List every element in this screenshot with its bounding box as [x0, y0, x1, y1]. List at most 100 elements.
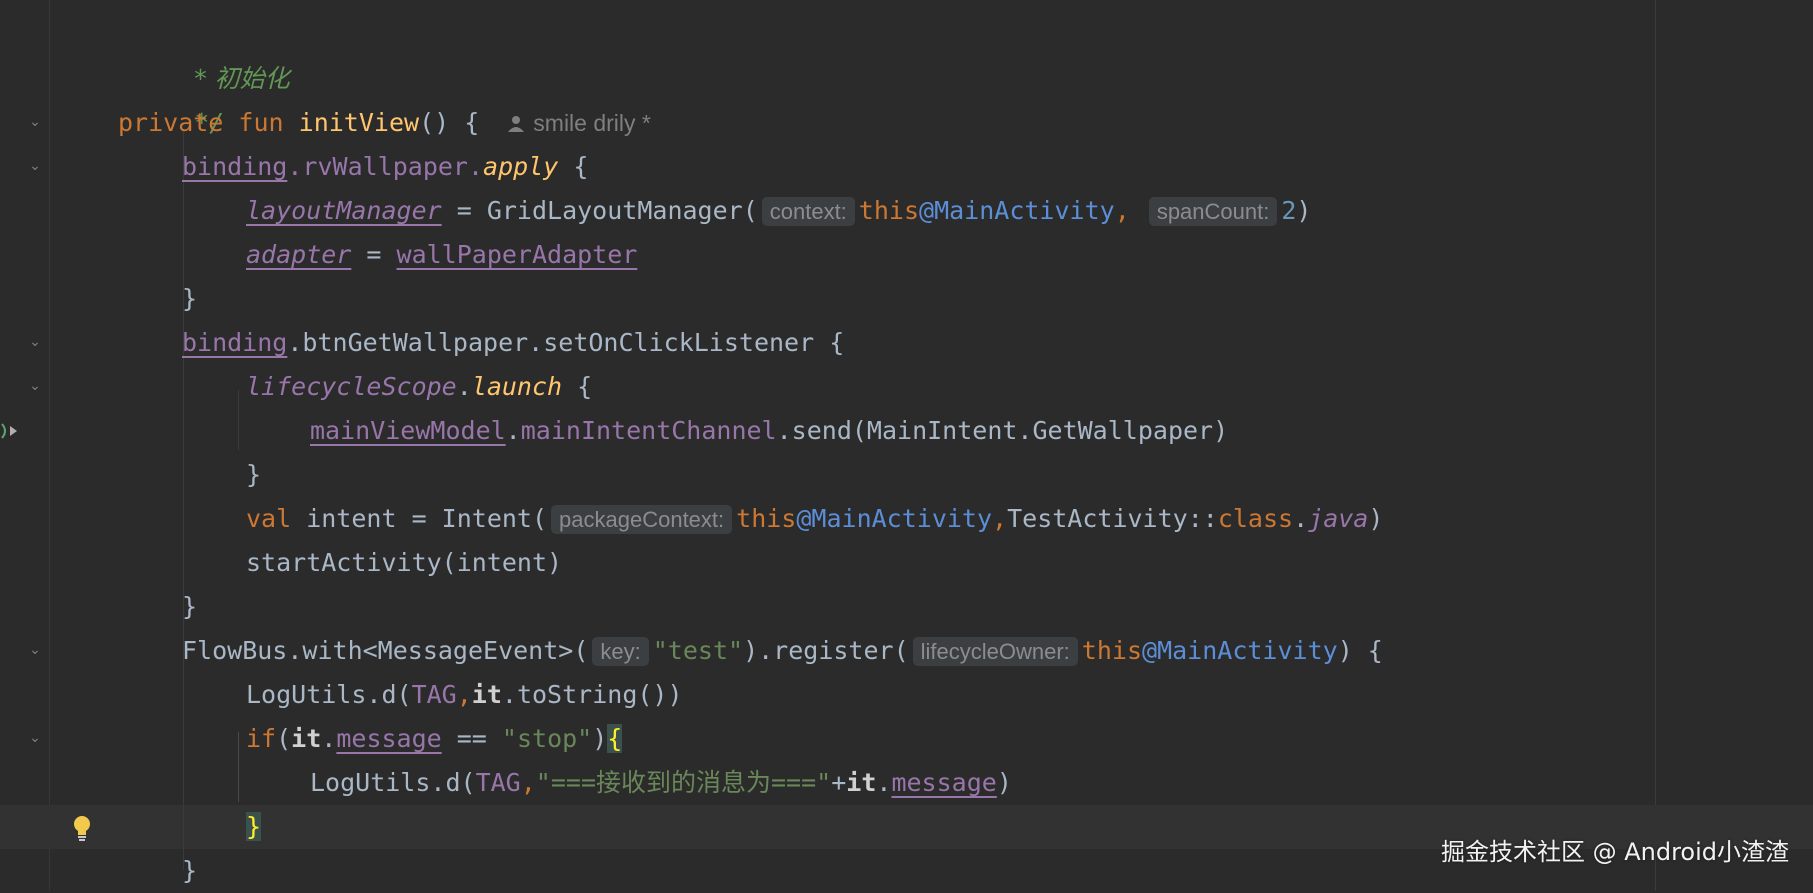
label-main-activity: @MainActivity	[919, 196, 1115, 225]
comma: ,	[1114, 196, 1130, 225]
it-ref: it	[291, 724, 322, 753]
chevron-down-icon[interactable]: ⌄	[27, 158, 43, 174]
person-icon	[508, 116, 525, 132]
close-paren: )	[1296, 196, 1312, 225]
code-line-5: layoutManager = GridLayoutManager(contex…	[246, 189, 1311, 233]
string-stop: "stop"	[501, 724, 593, 753]
param-hint-package: packageContext:	[551, 505, 733, 534]
equals-op: ==	[441, 724, 502, 753]
brace: {	[562, 372, 593, 401]
test-activity-ref: TestActivity::	[1007, 504, 1218, 533]
gutter-divider	[49, 0, 50, 891]
code-line-10: mainViewModel.mainIntentChannel.send(Mai…	[310, 409, 1228, 453]
it-ref: it	[471, 680, 502, 709]
start-activity-call: startActivity(intent)	[246, 548, 563, 577]
chevron-down-icon[interactable]: ⌄	[27, 642, 43, 658]
send-call: .send(MainIntent.GetWallpaper)	[776, 416, 1229, 445]
keyword-fun: fun	[238, 108, 284, 137]
param-hint-key: key:	[592, 637, 649, 666]
code-line-15: FlowBus.with<MessageEvent>(key: "test").r…	[182, 629, 1383, 673]
code-line-12: val intent = Intent(packageContext: this@…	[246, 497, 1383, 541]
adapter-ref[interactable]: adapter	[246, 240, 351, 269]
to-string-call: .toString())	[501, 680, 683, 709]
tag-ref: TAG	[475, 768, 521, 797]
matched-open-brace: {	[607, 724, 623, 753]
label-main-activity: @MainActivity	[1142, 636, 1338, 665]
param-hint-owner: lifecycleOwner:	[912, 637, 1078, 666]
code-line-1: * 初始化	[134, 13, 289, 93]
lightbulb-icon[interactable]	[70, 814, 94, 842]
flowbus-call: FlowBus.with<MessageEvent>(	[182, 636, 589, 665]
code-line-17: if(it.message == "stop"){	[246, 717, 623, 761]
code-line-9: lifecycleScope.launch {	[246, 365, 592, 409]
rv-wallpaper: .rvWallpaper.	[287, 152, 484, 181]
comma: ,	[992, 504, 1008, 533]
chevron-down-icon[interactable]: ⌄	[27, 334, 43, 350]
binding-ref[interactable]: binding	[182, 328, 287, 357]
log-call: LogUtils.d(	[310, 768, 476, 797]
matched-close-brace: }	[246, 812, 262, 841]
close-brace: }	[182, 856, 198, 885]
it-ref: it	[846, 768, 877, 797]
code-line-19: }	[246, 805, 262, 849]
keyword-this: this	[1081, 636, 1143, 665]
close-brace: }	[246, 460, 262, 489]
run-gutter-icon[interactable]	[0, 420, 20, 442]
register-call: ).register(	[743, 636, 909, 665]
intent-decl: intent = Intent(	[291, 504, 548, 533]
keyword-private: private	[118, 108, 224, 137]
comma: ,	[456, 680, 472, 709]
close-brace: }	[182, 284, 198, 313]
plus-op: +	[831, 768, 847, 797]
assign-text: = GridLayoutManager(	[441, 196, 758, 225]
keyword-val: val	[246, 504, 292, 533]
apply-call[interactable]: apply	[483, 152, 558, 181]
close-brace: }	[182, 592, 198, 621]
comma: ,	[520, 768, 536, 797]
open-paren: (	[276, 724, 292, 753]
param-hint-span: spanCount:	[1148, 197, 1278, 226]
code-line-7: }	[182, 277, 197, 321]
chevron-down-icon[interactable]: ⌄	[27, 114, 43, 130]
message-ref[interactable]: message	[336, 724, 441, 753]
code-line-4: binding.rvWallpaper.apply {	[182, 145, 588, 189]
code-line-2: */	[134, 57, 224, 137]
code-line-16: LogUtils.d(TAG,it.toString())	[246, 673, 683, 717]
layout-manager-ref[interactable]: layoutManager	[246, 196, 442, 225]
close-paren: )	[996, 768, 1012, 797]
launch-call[interactable]: launch	[472, 372, 562, 401]
author-name: smile drily *	[533, 110, 651, 136]
function-name: initView	[298, 108, 420, 137]
label-main-activity: @MainActivity	[796, 504, 993, 533]
close-paren: )	[1368, 504, 1384, 533]
indent-guide	[183, 130, 184, 870]
keyword-this: this	[858, 196, 920, 225]
code-line-11: }	[246, 453, 261, 497]
code-line-13: startActivity(intent)	[246, 541, 562, 585]
number-two: 2	[1281, 196, 1297, 225]
right-margin-guide	[1655, 0, 1656, 891]
chevron-down-icon[interactable]: ⌄	[27, 730, 43, 746]
author-inlay[interactable]: smile drily *	[507, 110, 651, 136]
tag-ref: TAG	[411, 680, 457, 709]
main-intent-channel: mainIntentChannel	[520, 416, 777, 445]
close-paren: )	[592, 724, 608, 753]
lifecycle-scope-ref[interactable]: lifecycleScope	[246, 372, 457, 401]
code-line-14: }	[182, 585, 197, 629]
watermark: 掘金技术社区 @ Android小渣渣	[1440, 838, 1789, 866]
code-editor[interactable]: ⌄ ⌄ ⌄ ⌄ ⌄ ⌄ * 初始化 */ private fun initVie…	[0, 0, 1813, 891]
chevron-down-icon[interactable]: ⌄	[27, 378, 43, 394]
java-prop: java	[1308, 504, 1369, 533]
string-test: "test"	[652, 636, 744, 665]
main-view-model-ref[interactable]: mainViewModel	[310, 416, 506, 445]
message-ref[interactable]: message	[891, 768, 996, 797]
string-message-prefix: "===接收到的消息为==="	[535, 768, 832, 797]
close-paren-brace: ) {	[1337, 636, 1383, 665]
click-listener-text: .btnGetWallpaper.setOnClickListener {	[287, 328, 845, 357]
indent-guide	[238, 732, 239, 802]
wallpaper-adapter-ref[interactable]: wallPaperAdapter	[397, 240, 638, 269]
dot: .	[321, 724, 337, 753]
binding-ref[interactable]: binding	[182, 152, 287, 181]
brace: {	[558, 152, 589, 181]
keyword-if: if	[246, 724, 277, 753]
